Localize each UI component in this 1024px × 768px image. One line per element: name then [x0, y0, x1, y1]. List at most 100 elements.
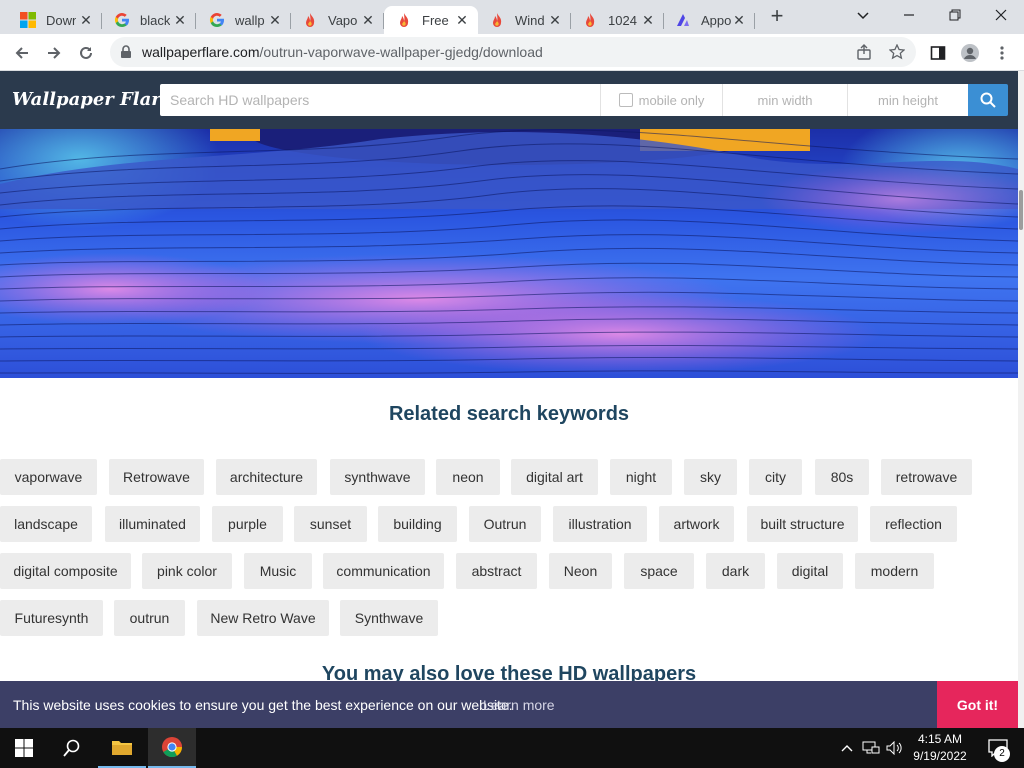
new-tab-button[interactable]: +	[764, 5, 790, 28]
keyword-tag[interactable]: sky	[684, 459, 737, 495]
keyword-tag[interactable]: illustration	[553, 506, 647, 542]
tab-title: Wind	[515, 12, 545, 28]
tray-overflow-button[interactable]	[838, 728, 856, 768]
close-tab-icon[interactable]: ✕	[640, 12, 656, 28]
close-tab-icon[interactable]: ✕	[731, 12, 747, 28]
keyword-tag[interactable]: New Retro Wave	[197, 600, 329, 636]
keyword-tag[interactable]: city	[749, 459, 802, 495]
tab[interactable]: black ✕	[102, 6, 196, 34]
keyword-tag[interactable]: vaporwave	[0, 459, 97, 495]
notification-center-button[interactable]: 2	[978, 728, 1018, 768]
keyword-tag[interactable]: neon	[436, 459, 500, 495]
mobile-only-filter[interactable]: mobile only	[600, 84, 722, 116]
search-button[interactable]	[968, 84, 1008, 116]
tab-search-button[interactable]	[840, 0, 886, 30]
keyword-tag[interactable]: artwork	[659, 506, 734, 542]
min-height-placeholder: min height	[878, 92, 938, 108]
keyword-tag[interactable]: Retrowave	[109, 459, 204, 495]
keyword-tag[interactable]: building	[378, 506, 457, 542]
site-logo[interactable]: Wallpaper Flare	[12, 89, 172, 110]
volume-button[interactable]	[884, 728, 906, 768]
tab[interactable]: wallp ✕	[197, 6, 291, 34]
mobile-only-label: mobile only	[638, 92, 705, 108]
keyword-tag[interactable]: 80s	[815, 459, 869, 495]
tab[interactable]: Wind ✕	[477, 6, 571, 34]
taskbar-search-button[interactable]	[48, 728, 96, 768]
keyword-tag[interactable]: illuminated	[105, 506, 200, 542]
related-keywords-title: Related search keywords	[388, 403, 630, 425]
keyword-tag[interactable]: Outrun	[469, 506, 541, 542]
back-button[interactable]	[8, 39, 36, 67]
chevron-up-icon	[841, 745, 853, 752]
keyword-tag[interactable]: modern	[855, 553, 934, 589]
close-icon	[995, 9, 1007, 21]
reload-button[interactable]	[72, 39, 100, 67]
side-panel-button[interactable]	[924, 39, 952, 67]
close-window-button[interactable]	[978, 0, 1024, 30]
microsoft-icon	[20, 12, 36, 28]
keyword-tag[interactable]: abstract	[456, 553, 537, 589]
browser-toolbar: wallpaperflare.com/outrun-vaporwave-wall…	[0, 34, 1024, 71]
profile-button[interactable]	[956, 39, 984, 67]
tab[interactable]: Appo ✕	[663, 6, 755, 34]
page-scrollbar-thumb[interactable]	[1019, 190, 1023, 230]
google-icon	[114, 12, 130, 28]
keyword-tag[interactable]: pink color	[142, 553, 232, 589]
keyword-tag[interactable]: digital art	[511, 459, 598, 495]
minimize-button[interactable]	[886, 0, 932, 30]
keyword-tag[interactable]: architecture	[216, 459, 317, 495]
keyword-tag[interactable]: communication	[323, 553, 444, 589]
close-tab-icon[interactable]: ✕	[360, 12, 376, 28]
learn-more-link[interactable]: Learn more	[483, 697, 555, 713]
keyword-tag[interactable]: dark	[706, 553, 765, 589]
keyword-tag[interactable]: digital	[777, 553, 843, 589]
system-clock[interactable]: 4:15 AM 9/19/2022	[905, 731, 975, 765]
keyword-tag[interactable]: space	[624, 553, 694, 589]
chrome-taskbar-button[interactable]	[148, 728, 196, 768]
address-bar[interactable]: wallpaperflare.com/outrun-vaporwave-wall…	[110, 37, 916, 67]
keyword-tag[interactable]: outrun	[114, 600, 185, 636]
menu-button[interactable]	[988, 39, 1016, 67]
wallpaper-preview-image[interactable]	[0, 129, 1018, 378]
close-tab-icon[interactable]: ✕	[454, 12, 470, 28]
keyword-tag[interactable]: sunset	[294, 506, 367, 542]
close-tab-icon[interactable]: ✕	[172, 12, 188, 28]
min-height-field[interactable]: min height	[847, 84, 968, 116]
tab[interactable]: Free ✕	[384, 6, 478, 34]
keyword-tag[interactable]: retrowave	[881, 459, 972, 495]
keyword-tag[interactable]: digital composite	[0, 553, 131, 589]
keyword-tag[interactable]: Synthwave	[340, 600, 438, 636]
forward-button[interactable]	[40, 39, 68, 67]
keyword-tag[interactable]: Music	[244, 553, 312, 589]
close-tab-icon[interactable]: ✕	[267, 12, 283, 28]
restore-button[interactable]	[932, 0, 978, 30]
tab[interactable]: Vapo ✕	[290, 6, 384, 34]
appo-icon	[675, 12, 691, 28]
tab[interactable]: Down ✕	[8, 6, 102, 34]
mobile-only-checkbox[interactable]	[618, 93, 633, 107]
keyword-tag[interactable]: Neon	[549, 553, 612, 589]
wallpaperflare-icon	[302, 12, 318, 28]
keyword-tag[interactable]: landscape	[0, 506, 92, 542]
got-it-button[interactable]: Got it!	[937, 681, 1018, 728]
tab[interactable]: 1024 ✕	[570, 6, 664, 34]
keyword-tag[interactable]: purple	[212, 506, 283, 542]
site-header: Wallpaper Flare mobile only min width mi…	[0, 71, 1018, 129]
arrow-left-icon	[15, 47, 28, 59]
bookmark-star-icon[interactable]	[889, 44, 905, 60]
network-button[interactable]	[860, 728, 882, 768]
keyword-tag[interactable]: synthwave	[330, 459, 425, 495]
wallpaperflare-icon	[582, 12, 598, 28]
start-button[interactable]	[0, 728, 48, 768]
keyword-tag[interactable]: Futuresynth	[0, 600, 103, 636]
close-tab-icon[interactable]: ✕	[78, 12, 94, 28]
share-icon[interactable]	[856, 44, 872, 60]
file-explorer-button[interactable]	[98, 728, 146, 768]
min-width-field[interactable]: min width	[722, 84, 847, 116]
keyword-tag[interactable]: night	[610, 459, 672, 495]
close-tab-icon[interactable]: ✕	[547, 12, 563, 28]
keyword-tag[interactable]: built structure	[747, 506, 858, 542]
keyword-tag[interactable]: reflection	[870, 506, 957, 542]
page-scrollbar[interactable]	[1018, 71, 1024, 728]
search-input[interactable]	[160, 84, 600, 116]
